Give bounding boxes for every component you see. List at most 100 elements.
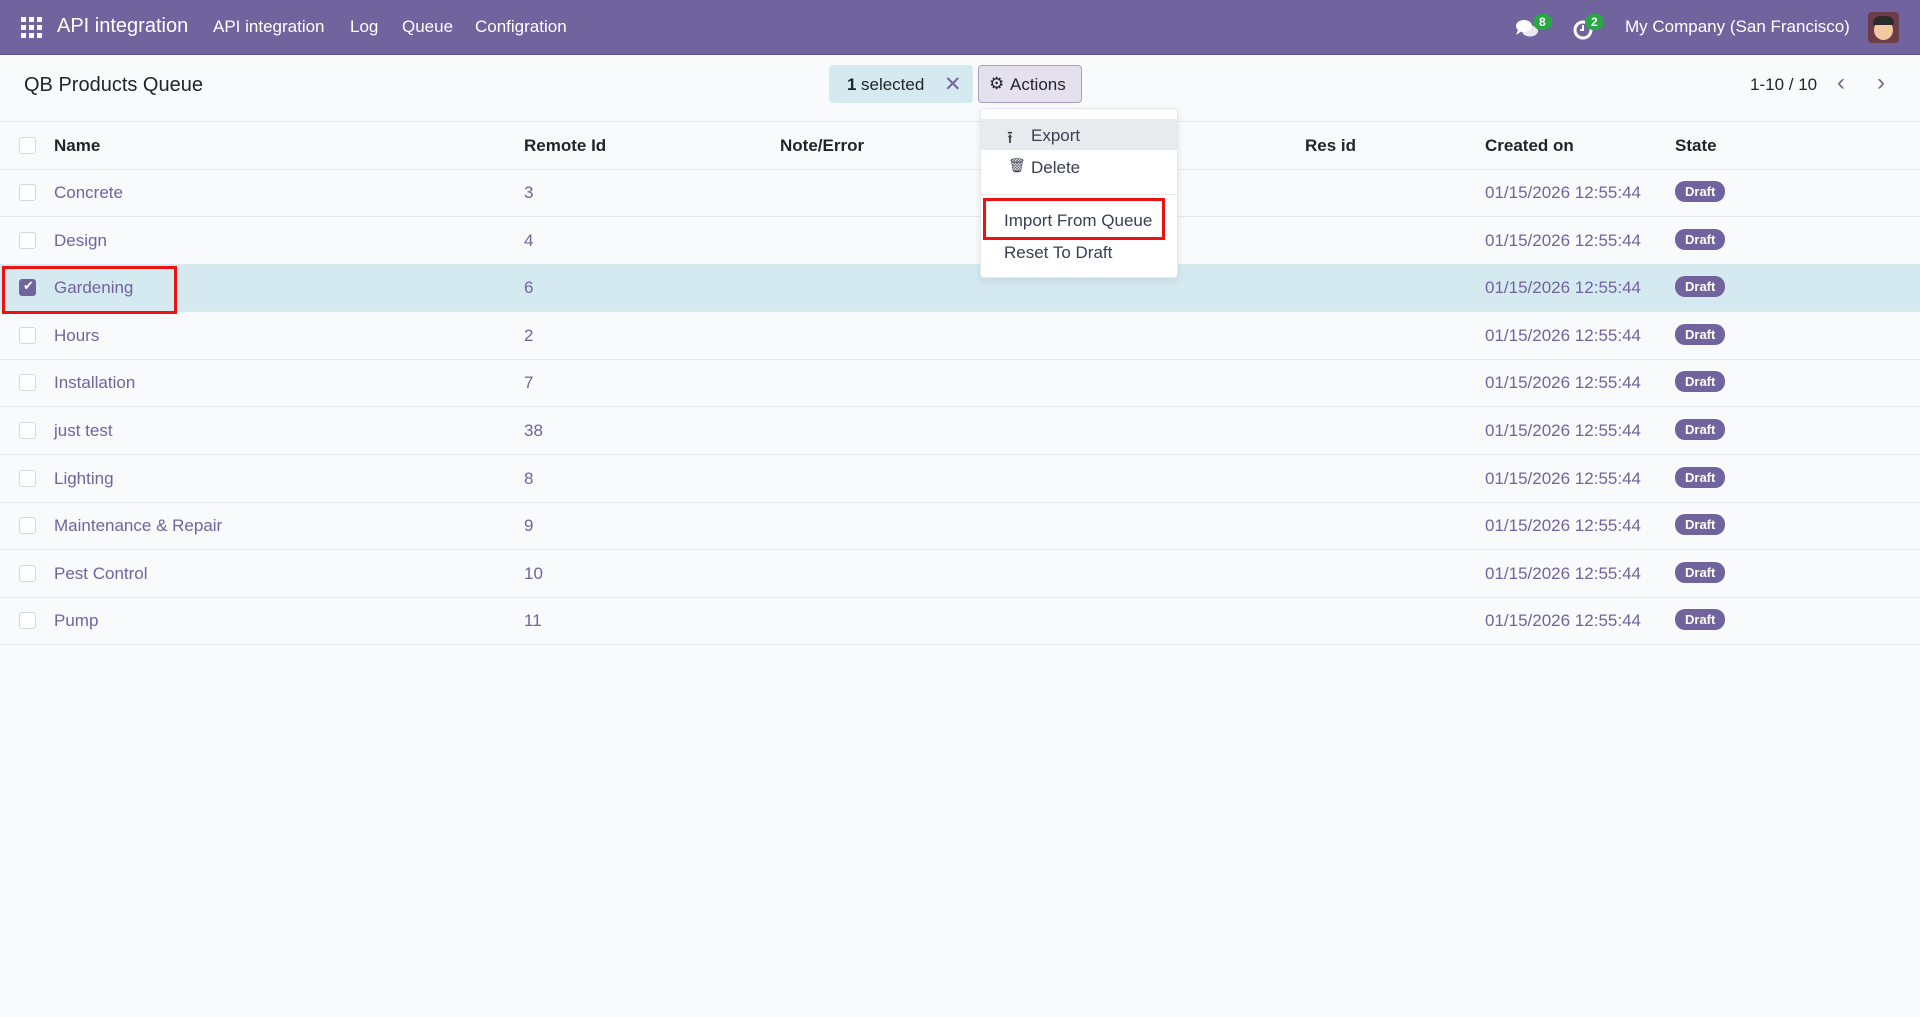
row-remote-id: 3: [524, 183, 534, 202]
row-remote-id: 7: [524, 373, 534, 393]
row-created-on: 01/15/2026 12:55:44: [1485, 183, 1641, 202]
pager-value[interactable]: 1-10 / 10: [1750, 75, 1817, 95]
table-row[interactable]: Hours 2 01/15/2026 12:55:44 Draft: [0, 312, 1920, 360]
messages-count-badge: 8: [1533, 14, 1552, 30]
activities-count-badge: 2: [1585, 14, 1604, 30]
highlight-gardening: [2, 266, 177, 314]
row-name[interactable]: Concrete: [54, 183, 123, 203]
row-remote-id: 6: [524, 278, 534, 298]
table-row[interactable]: just test 38 01/15/2026 12:55:44 Draft: [0, 407, 1920, 455]
row-checkbox[interactable]: [19, 517, 36, 535]
row-created-on: 01/15/2026 12:55:44: [1485, 278, 1641, 298]
column-res-id[interactable]: Res id: [1305, 136, 1356, 156]
row-remote-id: 8: [524, 468, 534, 488]
pager-previous-icon[interactable]: ‹: [1837, 69, 1845, 97]
column-state[interactable]: State: [1675, 136, 1717, 156]
actions-button[interactable]: ⚙ Actions: [978, 65, 1082, 103]
row-remote-id: 9: [524, 516, 534, 536]
state-badge: Draft: [1675, 466, 1726, 488]
top-navbar: API integration API integration Log Queu…: [0, 0, 1920, 55]
row-name[interactable]: Lighting: [54, 469, 114, 489]
actions-dropdown: ⭱ Export 🗑 Delete Import From Queue Reset …: [980, 108, 1178, 278]
action-delete[interactable]: 🗑 Delete: [981, 151, 1177, 182]
trash-icon: 🗑: [1008, 157, 1026, 173]
action-export-label: Export: [1031, 126, 1081, 145]
row-name[interactable]: Hours: [54, 326, 99, 346]
row-remote-id: 38: [524, 421, 543, 440]
state-badge: Draft: [1675, 514, 1726, 536]
menu-log[interactable]: Log: [350, 17, 378, 37]
row-name[interactable]: Pump: [54, 611, 98, 631]
state-badge: Draft: [1675, 228, 1726, 250]
row-created-on: 01/15/2026 12:55:44: [1485, 611, 1641, 631]
row-created-on: 01/15/2026 12:55:44: [1485, 373, 1641, 393]
table-row[interactable]: Pump 11 01/15/2026 12:55:44 Draft: [0, 597, 1920, 646]
row-checkbox[interactable]: [19, 612, 36, 630]
row-remote-id: 4: [524, 230, 534, 250]
highlight-import-from-queue: [983, 198, 1165, 240]
table-row[interactable]: Installation 7 01/15/2026 12:55:44 Draft: [0, 359, 1920, 408]
row-created-on: 01/15/2026 12:55:44: [1485, 563, 1641, 583]
selected-label: selected: [861, 75, 925, 94]
menu-configration[interactable]: Configration: [475, 17, 567, 37]
row-checkbox[interactable]: [19, 469, 36, 487]
column-remote-id[interactable]: Remote Id: [524, 136, 606, 156]
action-delete-label: Delete: [1031, 158, 1081, 177]
selected-count: 1: [847, 75, 857, 94]
row-name[interactable]: Maintenance & Repair: [54, 516, 222, 536]
menu-queue[interactable]: Queue: [402, 17, 453, 37]
company-switcher[interactable]: My Company (San Francisco): [1625, 17, 1850, 37]
actions-label: Actions: [1010, 75, 1066, 94]
table-row[interactable]: Design 4 01/15/2026 12:55:44 Draft: [0, 217, 1920, 265]
row-created-on: 01/15/2026 12:55:44: [1485, 516, 1641, 536]
row-remote-id: 2: [524, 325, 534, 345]
gear-icon: ⚙: [989, 74, 1005, 93]
row-checkbox[interactable]: [19, 422, 36, 439]
row-checkbox[interactable]: [19, 374, 36, 392]
table-row[interactable]: Pest Control 10 01/15/2026 12:55:44 Draf…: [0, 550, 1920, 598]
app-brand[interactable]: API integration: [57, 15, 188, 38]
action-export[interactable]: ⭱ Export: [981, 119, 1177, 150]
upload-icon: ⭱: [1007, 128, 1013, 147]
unselect-all-icon[interactable]: ✕: [944, 72, 962, 97]
table-row[interactable]: ✔ Gardening 6 01/15/2026 12:55:44 Draft: [0, 264, 1920, 313]
row-created-on: 01/15/2026 12:55:44: [1485, 468, 1641, 488]
activities-button[interactable]: 2: [1570, 14, 1620, 42]
row-name[interactable]: Installation: [54, 373, 135, 393]
table-row[interactable]: Lighting 8 01/15/2026 12:55:44 Draft: [0, 455, 1920, 503]
state-badge: Draft: [1675, 276, 1726, 298]
row-remote-id: 11: [524, 611, 542, 631]
state-badge: Draft: [1675, 181, 1726, 202]
row-remote-id: 10: [524, 563, 543, 583]
selection-indicator: 1 selected ✕: [829, 65, 973, 103]
action-reset-to-draft[interactable]: Reset To Draft: [981, 236, 1177, 267]
row-checkbox[interactable]: [19, 564, 36, 582]
state-badge: Draft: [1675, 323, 1726, 345]
row-name[interactable]: just test: [54, 421, 113, 441]
state-badge: Draft: [1675, 561, 1726, 583]
menu-divider: [981, 194, 1177, 195]
select-all-checkbox[interactable]: [19, 137, 36, 154]
column-created-on[interactable]: Created on: [1485, 136, 1574, 156]
state-badge: Draft: [1675, 419, 1726, 440]
state-badge: Draft: [1675, 609, 1726, 631]
column-name[interactable]: Name: [54, 136, 100, 156]
row-checkbox[interactable]: [19, 326, 36, 344]
control-panel: QB Products Queue 1 selected ✕ ⚙ Actions…: [0, 55, 1920, 122]
apps-menu-icon[interactable]: [21, 17, 42, 38]
messages-button[interactable]: 8: [1513, 14, 1563, 42]
state-badge: Draft: [1675, 371, 1726, 393]
table-row[interactable]: Maintenance & Repair 9 01/15/2026 12:55:…: [0, 502, 1920, 551]
user-avatar[interactable]: [1868, 12, 1899, 43]
row-name[interactable]: Pest Control: [54, 564, 148, 584]
table-row[interactable]: Concrete 3 01/15/2026 12:55:44 Draft: [0, 169, 1920, 217]
table-header: Name Remote Id Note/Error Res id Created…: [0, 122, 1920, 170]
column-note-error[interactable]: Note/Error: [780, 136, 864, 156]
pager-next-icon[interactable]: ›: [1877, 69, 1885, 97]
row-checkbox[interactable]: [19, 231, 36, 249]
row-created-on: 01/15/2026 12:55:44: [1485, 230, 1641, 250]
menu-api-integration[interactable]: API integration: [213, 17, 325, 37]
row-name[interactable]: Design: [54, 231, 107, 251]
row-checkbox[interactable]: [19, 184, 36, 201]
page-title: QB Products Queue: [24, 74, 203, 96]
